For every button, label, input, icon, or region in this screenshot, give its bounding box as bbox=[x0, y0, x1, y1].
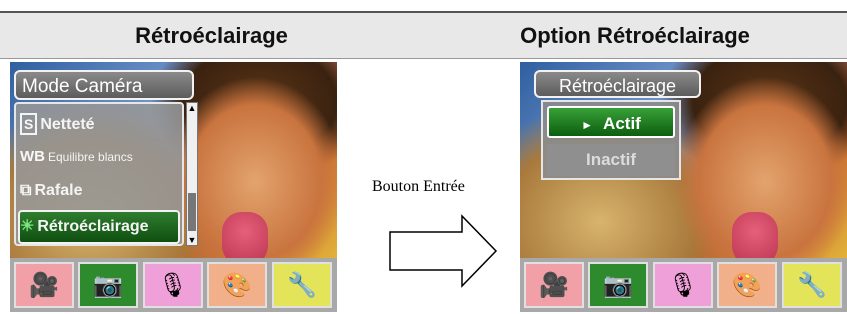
sharpness-icon: S bbox=[20, 113, 38, 135]
video-camera-icon[interactable]: 🎥 bbox=[524, 262, 584, 308]
microphone-icon[interactable]: 🎙 bbox=[653, 262, 713, 308]
tools-icon[interactable]: 🔧 bbox=[782, 262, 842, 308]
menu-scrollbar[interactable]: ▲ ▼ bbox=[186, 102, 198, 246]
menu-item-backlight[interactable]: ☀ Rétroéclairage bbox=[18, 210, 180, 244]
menu-item-burst[interactable]: ⧉ Rafale bbox=[20, 176, 176, 206]
mode-bar: 🎥 📷 🎙 🎨 🔧 bbox=[520, 258, 847, 312]
video-camera-icon[interactable]: 🎥 bbox=[14, 262, 74, 308]
menu-item-label: Rétroéclairage bbox=[37, 218, 149, 235]
scroll-thumb[interactable] bbox=[188, 193, 196, 231]
right-column-title: Option Rétroéclairage bbox=[520, 23, 750, 48]
right-arrow-icon bbox=[389, 214, 498, 288]
backlight-icon: ☀ bbox=[20, 218, 35, 235]
scroll-up-icon[interactable]: ▲ bbox=[187, 103, 197, 113]
camera-screen-option: Rétroéclairage ► Actif Inactif 🎥 📷 🎙 🎨 🔧 bbox=[520, 62, 847, 312]
menu-title: Mode Caméra bbox=[14, 70, 194, 100]
palette-icon[interactable]: 🎨 bbox=[717, 262, 777, 308]
arrow-label: Bouton Entrée bbox=[372, 178, 465, 195]
camera-icon[interactable]: 📷 bbox=[588, 262, 648, 308]
left-column-title: Rétroéclairage bbox=[135, 23, 288, 48]
selection-marker-icon: ► bbox=[581, 118, 594, 132]
camera-screen-menu: Mode Caméra S Netteté WB Equilibre blancs … bbox=[10, 62, 337, 312]
option-on[interactable]: ► Actif bbox=[547, 106, 675, 138]
menu-item-sharpness[interactable]: S Netteté bbox=[20, 110, 176, 140]
tools-icon[interactable]: 🔧 bbox=[272, 262, 332, 308]
palette-icon[interactable]: 🎨 bbox=[207, 262, 267, 308]
scroll-down-icon[interactable]: ▼ bbox=[187, 235, 197, 245]
menu-item-white-balance[interactable]: WB Equilibre blancs bbox=[20, 142, 176, 172]
microphone-icon[interactable]: 🎙 bbox=[143, 262, 203, 308]
header-bar: Rétroéclairage Option Rétroéclairage bbox=[0, 11, 847, 59]
menu-item-label: Netteté bbox=[40, 116, 95, 133]
option-title: Rétroéclairage bbox=[534, 70, 701, 98]
burst-icon: ⧉ bbox=[20, 182, 32, 199]
option-off[interactable]: Inactif bbox=[547, 144, 675, 176]
menu-item-label: Rafale bbox=[34, 182, 83, 199]
menu-item-label: Equilibre blancs bbox=[48, 150, 133, 164]
menu-list: S Netteté WB Equilibre blancs ⧉ Rafale ☀ Rét… bbox=[14, 102, 184, 246]
camera-icon[interactable]: 📷 bbox=[78, 262, 138, 308]
option-label: Actif bbox=[603, 114, 641, 133]
white-balance-icon: WB bbox=[20, 148, 45, 165]
option-label: Inactif bbox=[585, 150, 637, 169]
mode-bar: 🎥 📷 🎙 🎨 🔧 bbox=[10, 258, 337, 312]
option-list: ► Actif Inactif bbox=[541, 100, 681, 180]
